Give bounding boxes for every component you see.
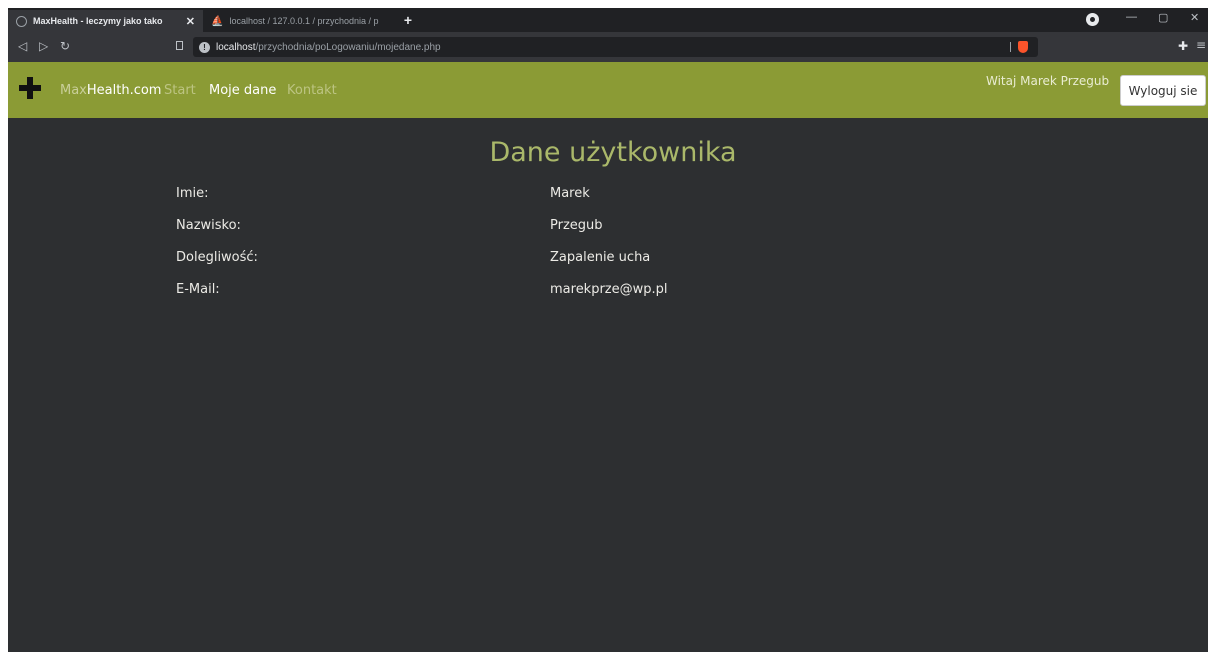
nav-link-my-data[interactable]: Moje dane <box>209 83 276 98</box>
brave-shield-icon[interactable] <box>1018 41 1028 53</box>
nav-link-start[interactable]: Start <box>164 83 196 98</box>
close-window-button[interactable]: ✕ <box>1190 11 1199 24</box>
minimize-button[interactable]: — <box>1126 11 1137 23</box>
url-path: /przychodnia/poLogowaniu/mojedane.php <box>255 41 441 53</box>
globe-icon <box>16 15 27 27</box>
page-title: Dane użytkownika <box>489 137 737 168</box>
forward-icon[interactable]: ▷ <box>39 39 48 53</box>
field-label: Dolegliwość: <box>176 250 258 265</box>
tab-title: localhost / 127.0.0.1 / przychodnia / p <box>229 16 379 26</box>
url-host: localhost <box>216 41 256 53</box>
field-value: Zapalenie ucha <box>550 250 651 265</box>
brand-link[interactable]: MaxHealth.com <box>60 83 161 98</box>
tab-bar: MaxHealth - leczymy jako tako ✕ ⛵ localh… <box>8 8 1208 32</box>
field-value: marekprze@wp.pl <box>550 282 668 297</box>
field-label: Nazwisko: <box>176 218 241 233</box>
tab-title: MaxHealth - leczymy jako tako <box>33 16 163 26</box>
restore-button[interactable]: ▢ <box>1158 11 1168 24</box>
field-label: E-Mail: <box>176 282 220 297</box>
brand-prefix: Max <box>60 83 87 98</box>
phpmyadmin-icon: ⛵ <box>211 15 224 27</box>
field-label: Imie: <box>176 186 209 201</box>
logout-button[interactable]: Wyloguj sie <box>1120 75 1206 106</box>
nav-link-contact[interactable]: Kontakt <box>287 83 337 98</box>
profile-icon[interactable] <box>1086 13 1099 26</box>
page-content: MaxHealth.com Start Moje dane Kontakt Wi… <box>8 62 1208 652</box>
brand-suffix: Health.com <box>86 83 162 98</box>
extensions-icon[interactable]: ✚ <box>1178 39 1188 53</box>
site-navbar: MaxHealth.com Start Moje dane Kontakt Wi… <box>8 62 1208 118</box>
divider <box>1010 42 1011 52</box>
field-value: Przegub <box>550 218 603 233</box>
menu-icon[interactable]: ≡ <box>1196 38 1206 52</box>
tab-maxhealth[interactable]: MaxHealth - leczymy jako tako ✕ <box>8 10 203 32</box>
field-value: Marek <box>550 186 590 201</box>
welcome-text: Witaj Marek Przegub <box>986 74 1110 88</box>
tab-phpmyadmin[interactable]: ⛵ localhost / 127.0.0.1 / przychodnia / … <box>203 10 403 32</box>
browser-chrome: MaxHealth - leczymy jako tako ✕ ⛵ localh… <box>8 8 1208 62</box>
reload-icon[interactable]: ↻ <box>60 39 70 53</box>
new-tab-button[interactable]: + <box>400 12 416 28</box>
info-icon[interactable]: ! <box>199 41 210 53</box>
bookmark-icon[interactable] <box>176 41 183 50</box>
medical-cross-icon <box>19 77 41 99</box>
address-bar[interactable]: ! localhost /przychodnia/poLogowaniu/moj… <box>193 37 1038 57</box>
close-tab-icon[interactable]: ✕ <box>186 15 195 28</box>
back-icon[interactable]: ◁ <box>18 39 27 53</box>
address-row: ◁ ▷ ↻ ! localhost /przychodnia/poLogowan… <box>8 32 1208 62</box>
